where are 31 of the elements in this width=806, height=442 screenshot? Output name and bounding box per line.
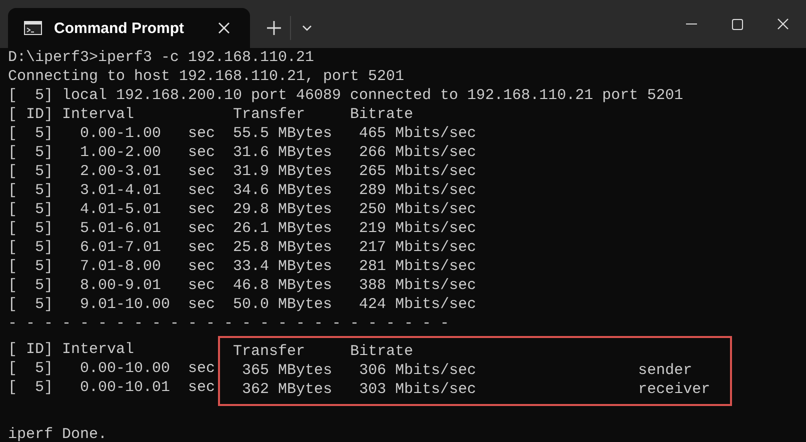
maximize-icon	[732, 18, 742, 30]
terminal-tab[interactable]: Command Prompt	[8, 8, 250, 48]
terminal-line: [ 5] 6.01-7.01 sec 25.8 MBytes 217 Mbits/sec	[8, 238, 476, 257]
minimize-icon	[686, 23, 696, 25]
terminal-line: [ ID] Interval	[8, 340, 134, 359]
terminal-line: [ 5] 2.00-3.01 sec 31.9 MBytes 265 Mbits/sec	[8, 162, 476, 181]
terminal-line: [ 5] 9.01-10.00 sec 50.0 MBytes 424 Mbits/sec	[8, 295, 476, 314]
terminal-line: [ 5] 0.00-1.00 sec 55.5 MBytes 465 Mbits/sec	[8, 124, 476, 143]
terminal-line: 365 MBytes 306 Mbits/sec sender	[241, 361, 692, 380]
terminal-line: Transfer Bitrate	[232, 342, 414, 361]
terminal-line: [ 5] 7.01-8.00 sec 33.4 MBytes 281 Mbits/sec	[8, 257, 476, 276]
terminal-line: [ ID] Interval Transfer Bitrate	[8, 105, 414, 124]
terminal-line: D:\iperf3>iperf3 -c 192.168.110.21	[8, 48, 314, 67]
terminal-line: [ 5] 8.00-9.01 sec 46.8 MBytes 388 Mbits/sec	[8, 276, 476, 295]
terminal-line: [ 5] 5.01-6.01 sec 26.1 MBytes 219 Mbits/sec	[8, 219, 476, 238]
terminal-line: Connecting to host 192.168.110.21, port 5201	[8, 67, 404, 86]
chevron-down-icon	[302, 25, 312, 31]
tab-title: Command Prompt	[54, 20, 186, 36]
terminal-line: [ 5] 1.00-2.00 sec 31.6 MBytes 266 Mbits/sec	[8, 143, 476, 162]
terminal-line: - - - - - - - - - - - - - - - - - - - - - - - - -	[8, 314, 450, 333]
terminal-line: [ 5] 4.01-5.01 sec 29.8 MBytes 250 Mbits/sec	[8, 200, 476, 219]
plus-icon	[267, 21, 281, 35]
terminal-line: [ 5] 3.01-4.01 sec 34.6 MBytes 289 Mbits/sec	[8, 181, 476, 200]
close-icon	[218, 22, 230, 34]
terminal-line: [ 5] local 192.168.200.10 port 46089 connected to 192.168.110.21 port 5201	[8, 86, 684, 105]
terminal-line: 362 MBytes 303 Mbits/sec receiver	[241, 380, 710, 399]
terminal-icon	[24, 21, 42, 35]
terminal-line: iperf Done.	[8, 425, 108, 442]
close-icon	[777, 18, 789, 30]
terminal-line: [ 5] 0.00-10.01 sec	[8, 378, 216, 397]
terminal-line: [ 5] 0.00-10.00 sec	[8, 359, 216, 378]
